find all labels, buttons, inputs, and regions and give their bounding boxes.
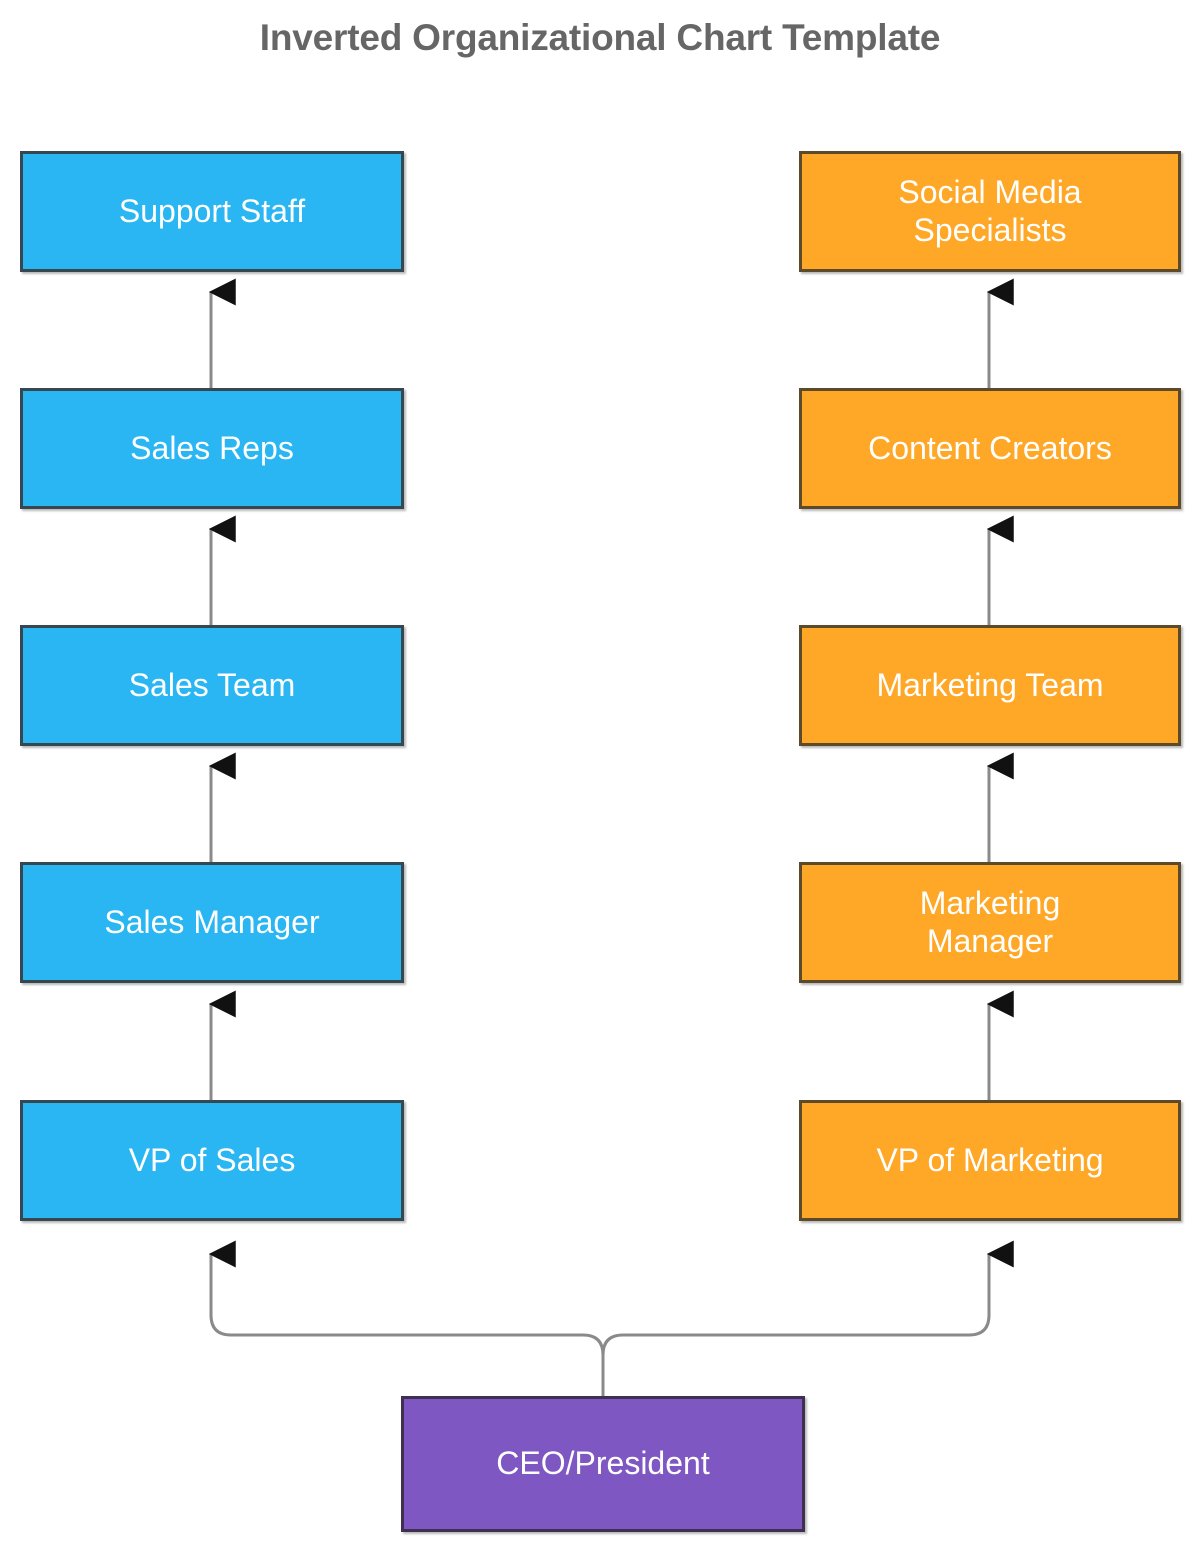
node-label: Sales Reps	[130, 429, 294, 466]
node-sales-team[interactable]: Sales Team	[20, 625, 404, 746]
edge-ceo-to-vp-sales	[208, 1240, 605, 1396]
node-ceo-president[interactable]: CEO/President	[401, 1396, 805, 1532]
node-label: VP of Marketing	[876, 1141, 1104, 1178]
node-support-staff[interactable]: Support Staff	[20, 151, 404, 272]
org-chart-canvas: Inverted Organizational Chart Template S…	[0, 0, 1200, 1552]
node-marketing-team[interactable]: Marketing Team	[799, 625, 1181, 746]
node-label: CEO/President	[496, 1445, 710, 1482]
node-vp-of-marketing[interactable]: VP of Marketing	[799, 1100, 1181, 1221]
node-sales-manager[interactable]: Sales Manager	[20, 862, 404, 983]
node-label: Marketing Team	[876, 666, 1104, 703]
node-label: VP of Sales	[128, 1141, 296, 1178]
node-label: Content Creators	[868, 429, 1112, 466]
node-label: Sales Manager	[104, 903, 320, 940]
edge-ceo-to-vp-marketing	[601, 1240, 1014, 1396]
page-title: Inverted Organizational Chart Template	[259, 17, 941, 58]
node-sales-reps[interactable]: Sales Reps	[20, 388, 404, 509]
node-label: Marketing Manager	[919, 884, 1061, 959]
node-marketing-manager[interactable]: Marketing Manager	[799, 862, 1181, 983]
node-label: Support Staff	[118, 192, 306, 229]
node-label: Sales Team	[128, 666, 296, 703]
node-vp-of-sales[interactable]: VP of Sales	[20, 1100, 404, 1221]
node-content-creators[interactable]: Content Creators	[799, 388, 1181, 509]
node-social-media-specialists[interactable]: Social Media Specialists	[799, 151, 1181, 272]
node-label: Social Media Specialists	[898, 173, 1082, 248]
